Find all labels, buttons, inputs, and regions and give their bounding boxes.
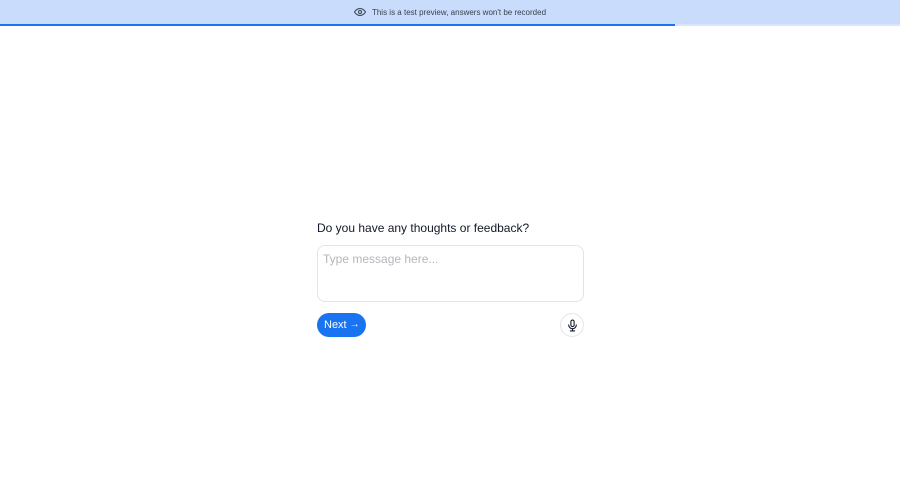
question-text: Do you have any thoughts or feedback? <box>317 221 530 235</box>
progress-bar <box>0 24 900 26</box>
microphone-button[interactable] <box>560 313 584 337</box>
microphone-icon <box>566 319 579 332</box>
message-input-container[interactable] <box>317 245 584 302</box>
progress-bar-fill <box>0 24 675 26</box>
arrow-right-icon: → <box>349 319 360 330</box>
question-block: Do you have any thoughts or feedback? Ne… <box>317 220 584 337</box>
question-actions: Next → <box>317 313 584 337</box>
eye-icon <box>353 6 366 18</box>
preview-banner: This is a test preview, answers won't be… <box>0 0 900 24</box>
preview-banner-text: This is a test preview, answers won't be… <box>371 7 547 17</box>
message-input[interactable] <box>318 246 583 301</box>
next-button-label: Next <box>324 319 347 331</box>
next-button[interactable]: Next → <box>317 313 366 337</box>
preview-banner-content: This is a test preview, answers won't be… <box>353 6 547 18</box>
